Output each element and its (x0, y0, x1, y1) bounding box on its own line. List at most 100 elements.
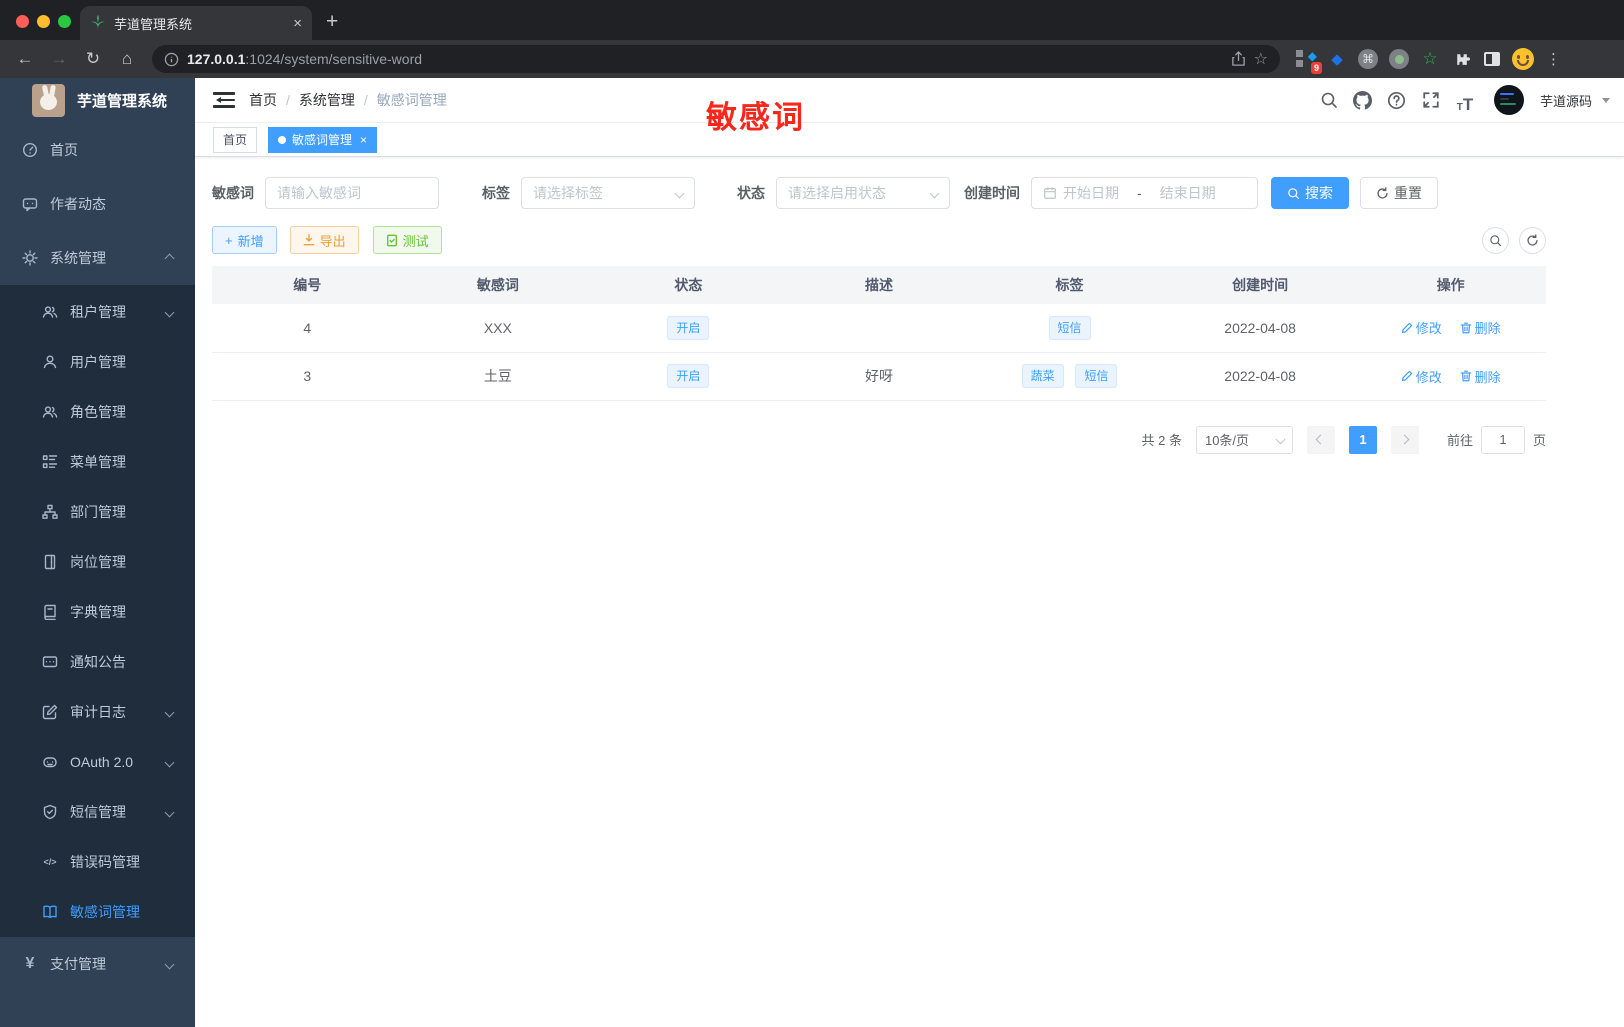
sidebar-item-user[interactable]: 用户管理 (0, 337, 195, 387)
help-icon[interactable] (1384, 87, 1410, 113)
dashboard-icon (22, 142, 38, 158)
code-icon: </> (43, 857, 57, 867)
tag-select[interactable]: 请选择标签 (521, 177, 695, 209)
share-icon[interactable] (1231, 51, 1246, 67)
zoom-window-button[interactable] (58, 15, 71, 28)
edit-button[interactable]: 修改 (1401, 318, 1442, 337)
goto-page-input[interactable] (1480, 425, 1525, 454)
profile-avatar-icon[interactable] (1511, 47, 1535, 71)
export-button[interactable]: 导出 (289, 226, 359, 254)
app-title: 芋道管理系统 (77, 93, 168, 110)
sidebar-item-error-code[interactable]: </> 错误码管理 (0, 837, 195, 887)
trash-icon (1460, 370, 1471, 382)
browser-tab[interactable]: 芋道管理系统 × (80, 6, 312, 40)
caret-down-icon[interactable] (1602, 97, 1610, 107)
github-icon[interactable] (1350, 87, 1376, 113)
fullscreen-icon[interactable] (1418, 87, 1444, 113)
tab-home[interactable]: 首页 (213, 126, 258, 153)
sidebar-item-audit-log[interactable]: 审计日志 (0, 687, 195, 737)
hamburger-fold-icon[interactable] (213, 92, 235, 108)
navbar: 首页 / 系统管理 / 敏感词管理 TT 芋道源码 (195, 78, 1624, 123)
reset-button[interactable]: 重置 (1360, 177, 1438, 209)
extension-star-icon[interactable]: ☆ (1418, 47, 1442, 71)
url-path: :1024/system/sensitive-word (245, 51, 423, 67)
sidebar-item-dict[interactable]: 字典管理 (0, 587, 195, 637)
yen-icon: ¥ (25, 955, 35, 972)
edit-button[interactable]: 修改 (1401, 367, 1442, 386)
logo-avatar (32, 84, 65, 117)
keyword-input[interactable]: 请输入敏感词 (265, 177, 439, 209)
add-button[interactable]: + 新增 (212, 226, 277, 254)
page-number[interactable]: 1 (1348, 425, 1377, 454)
user-avatar[interactable] (1493, 85, 1524, 115)
breadcrumb-system[interactable]: 系统管理 (299, 90, 355, 110)
extension-dot-icon[interactable] (1387, 47, 1411, 71)
side-panel-icon[interactable] (1480, 47, 1504, 71)
extension-grid-icon[interactable]: ◆ 9 (1294, 47, 1322, 74)
refresh-icon[interactable] (1519, 226, 1546, 254)
sidebar-item-oauth[interactable]: OAuth 2.0 (0, 737, 195, 787)
reload-icon[interactable]: ↻ (78, 44, 108, 74)
address-bar[interactable]: 127.0.0.1:1024/system/sensitive-word ☆ (152, 45, 1280, 73)
browser-toolbar: ← → ↻ ⌂ 127.0.0.1:1024/system/sensitive-… (0, 40, 1624, 78)
breadcrumb-current: 敏感词管理 (376, 92, 447, 108)
total-count: 共 2 条 (1141, 433, 1182, 448)
delete-button[interactable]: 删除 (1460, 367, 1501, 386)
tab-close-icon[interactable]: × (293, 15, 302, 32)
status-select[interactable]: 请选择启用状态 (776, 177, 950, 209)
col-description: 描述 (783, 266, 975, 304)
url-text: 127.0.0.1:1024/system/sensitive-word (187, 51, 422, 67)
sidebar-item-dept[interactable]: 部门管理 (0, 487, 195, 537)
extension-command-icon[interactable]: ⌘ (1356, 47, 1380, 71)
sidebar-item-menu[interactable]: 菜单管理 (0, 437, 195, 487)
tab-close-icon[interactable]: × (360, 133, 367, 147)
home-icon[interactable]: ⌂ (112, 44, 142, 74)
plus-icon: + (225, 232, 233, 248)
back-icon[interactable]: ← (10, 44, 40, 74)
robot-icon (42, 754, 58, 770)
minimize-window-button[interactable] (37, 15, 50, 28)
sidebar-item-author-news[interactable]: 作者动态 (0, 177, 195, 231)
sidebar-item-sensitive-word[interactable]: 敏感词管理 (0, 887, 195, 937)
close-window-button[interactable] (16, 15, 29, 28)
breadcrumb-home[interactable]: 首页 (249, 90, 277, 110)
next-page-button[interactable] (1390, 425, 1419, 454)
badge-icon (42, 554, 58, 570)
prev-page-button[interactable] (1306, 425, 1335, 454)
pencil-icon (1401, 322, 1412, 333)
font-size-icon[interactable]: TT (1452, 87, 1478, 113)
sidebar-item-role[interactable]: 角色管理 (0, 387, 195, 437)
page-unit-label: 页 (1532, 433, 1546, 448)
sidebar-item-tenant[interactable]: 租户管理 (0, 287, 195, 337)
info-icon[interactable] (164, 52, 179, 67)
search-icon[interactable] (1316, 87, 1342, 113)
col-created: 创建时间 (1164, 266, 1356, 304)
toggle-search-icon[interactable] (1482, 226, 1509, 254)
extensions-puzzle-icon[interactable] (1449, 47, 1473, 71)
role-users-icon (42, 404, 58, 420)
sidebar-item-home[interactable]: 首页 (0, 123, 195, 177)
forward-icon[interactable]: → (44, 44, 74, 74)
col-status: 状态 (593, 266, 784, 304)
date-range-picker[interactable]: 开始日期 - 结束日期 (1031, 177, 1258, 209)
tab-sensitive-word[interactable]: 敏感词管理 × (268, 126, 378, 153)
active-dot-icon (278, 135, 287, 144)
search-button[interactable]: 搜索 (1271, 177, 1349, 209)
sidebar-item-sms[interactable]: 短信管理 (0, 787, 195, 837)
breadcrumb: 首页 / 系统管理 / 敏感词管理 (249, 90, 447, 110)
page-size-select[interactable]: 10条/页 (1195, 425, 1293, 454)
extension-gem-icon[interactable]: ◆ (1325, 47, 1349, 71)
sidebar-item-system[interactable]: 系统管理 (0, 231, 195, 285)
sidebar-item-post[interactable]: 岗位管理 (0, 537, 195, 587)
tag-badge: 短信 (1075, 364, 1118, 388)
sidebar-item-pay[interactable]: ¥ 支付管理 (0, 937, 195, 991)
browser-menu-icon[interactable]: ⋮ (1546, 50, 1561, 68)
sidebar-item-notice[interactable]: 通知公告 (0, 637, 195, 687)
test-button[interactable]: 测试 (372, 226, 442, 254)
bookmark-star-icon[interactable]: ☆ (1254, 49, 1268, 69)
delete-button[interactable]: 删除 (1460, 318, 1501, 337)
username[interactable]: 芋道源码 (1540, 91, 1592, 110)
new-tab-button[interactable]: + (326, 10, 338, 34)
users-icon (42, 304, 58, 320)
sidebar-logo-row: 芋道管理系统 (0, 78, 195, 123)
